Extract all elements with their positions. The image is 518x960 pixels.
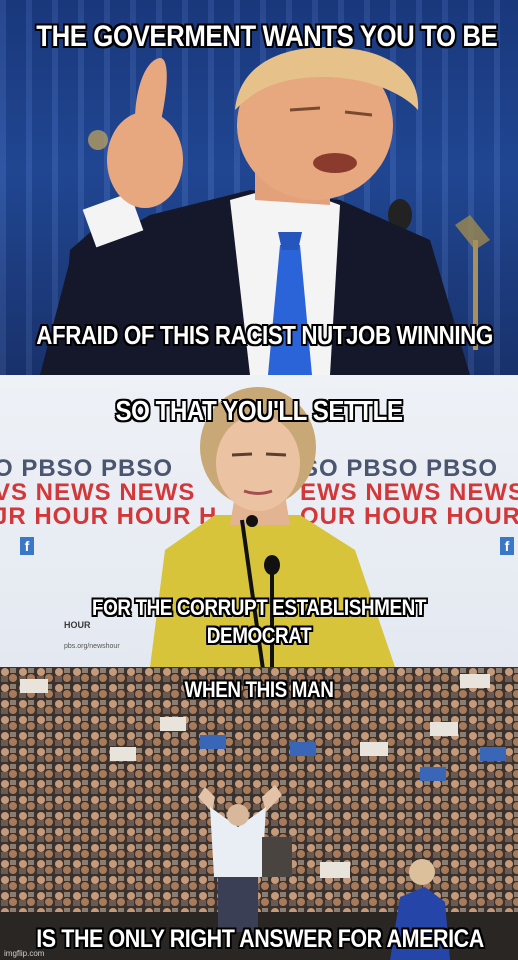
speaker-pants — [218, 877, 258, 932]
crowd-sign — [160, 717, 186, 731]
caption-middle-line2: DEMOCRAT — [206, 623, 312, 648]
crowd-sign — [420, 767, 446, 781]
crowd-sign — [110, 747, 136, 761]
meme-image: THE GOVERMENT WANTS YOU TO BE AFRAID OF … — [0, 0, 518, 960]
microphone — [246, 515, 258, 527]
stage-light — [88, 130, 108, 150]
crowd-sign — [430, 722, 458, 736]
panel-bottom-illustration — [0, 667, 518, 960]
panel-top: THE GOVERMENT WANTS YOU TO BE AFRAID OF … — [0, 0, 518, 375]
caption-bottom-top: WHEN THIS MAN — [184, 677, 334, 702]
crowd-sign — [480, 747, 506, 761]
speaker-head — [227, 804, 249, 826]
caption-top-line2: AFRAID OF THIS RACIST NUTJOB WINNING — [36, 320, 493, 350]
crowd-sign — [200, 735, 226, 749]
mouth — [313, 153, 357, 173]
panel-middle: O PBSO PBSO VS NEWS NEWS JR HOUR HOUR H … — [0, 375, 518, 667]
podium — [262, 837, 292, 877]
crowd-sign — [320, 862, 350, 878]
face — [216, 415, 300, 511]
hand — [107, 112, 183, 208]
caption-middle-top: SO THAT YOU'LL SETTLE — [115, 395, 403, 426]
microphone — [264, 555, 280, 575]
spectator-head — [409, 859, 435, 885]
eagle-ornament — [455, 215, 490, 250]
crowd-sign — [360, 742, 388, 756]
pointing-finger — [135, 58, 167, 125]
caption-middle-line1: FOR THE CORRUPT ESTABLISHMENT — [91, 595, 427, 620]
eye-right — [265, 452, 287, 457]
eye-left — [289, 106, 321, 112]
caption-bottom-line: IS THE ONLY RIGHT ANSWER FOR AMERICA — [36, 925, 484, 953]
panel-top-illustration — [40, 47, 490, 375]
tie-knot — [278, 232, 302, 250]
crowd-sign — [290, 742, 316, 756]
caption-top-line1: THE GOVERMENT WANTS YOU TO BE — [36, 20, 498, 53]
panel-bottom: WHEN THIS MAN IS THE ONLY RIGHT ANSWER F… — [0, 667, 518, 960]
eye-left — [231, 452, 253, 457]
